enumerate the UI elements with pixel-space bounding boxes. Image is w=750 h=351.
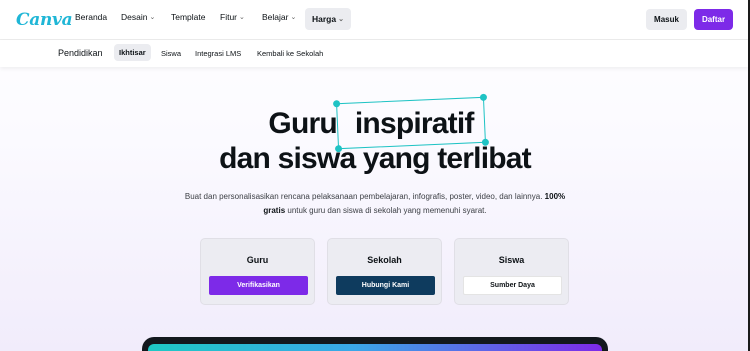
top-nav: Canva Beranda Desain ⌄ Template Fitur ⌄ … (0, 0, 748, 40)
chevron-down-icon: ⌄ (149, 14, 156, 21)
nav-item-fitur[interactable]: Fitur ⌄ (220, 12, 245, 22)
card-siswa: Siswa Sumber Daya (454, 238, 569, 305)
resources-button[interactable]: Sumber Daya (463, 276, 562, 295)
hero-description: Buat dan personalisasikan rencana pelaks… (184, 192, 566, 215)
section-title[interactable]: Pendidikan (58, 48, 103, 58)
device-preview (142, 337, 608, 351)
card-title: Sekolah (367, 255, 402, 265)
card-guru: Guru Verifikasikan (200, 238, 315, 305)
card-title: Siswa (498, 255, 525, 265)
chevron-down-icon: ⌄ (338, 16, 344, 23)
contact-us-button[interactable]: Hubungi Kami (336, 276, 435, 295)
tab-integrasi-lms[interactable]: Integrasi LMS (195, 49, 241, 58)
nav-item-template[interactable]: Template (171, 12, 206, 22)
device-screen (148, 344, 602, 351)
card-sekolah: Sekolah Hubungi Kami (327, 238, 442, 305)
hero-word-guru: Guru (268, 107, 337, 140)
nav-item-desain[interactable]: Desain ⌄ (121, 12, 155, 22)
verify-button[interactable]: Verifikasikan (209, 276, 308, 295)
sub-nav: Pendidikan Ikhtisar Siswa Integrasi LMS … (0, 40, 748, 67)
login-button[interactable]: Masuk (646, 9, 687, 30)
resize-handle-icon (332, 100, 341, 108)
chevron-down-icon: ⌄ (290, 14, 297, 21)
card-title: Guru (246, 255, 269, 265)
tab-siswa[interactable]: Siswa (161, 49, 181, 58)
canva-logo[interactable]: Canva (16, 10, 73, 30)
chevron-down-icon: ⌄ (239, 14, 245, 21)
resize-handle-icon (479, 93, 488, 101)
nav-item-belajar[interactable]: Belajar ⌄ (262, 12, 296, 22)
hero-headline-line2: dan siswa yang terlibat (219, 142, 532, 175)
tab-ikhtisar[interactable]: Ikhtisar (114, 44, 151, 61)
nav-item-beranda[interactable]: Beranda (75, 12, 107, 22)
signup-button[interactable]: Daftar (694, 9, 733, 30)
nav-item-harga[interactable]: Harga ⌄ (305, 8, 351, 30)
tab-kembali-ke-sekolah[interactable]: Kembali ke Sekolah (257, 49, 323, 58)
